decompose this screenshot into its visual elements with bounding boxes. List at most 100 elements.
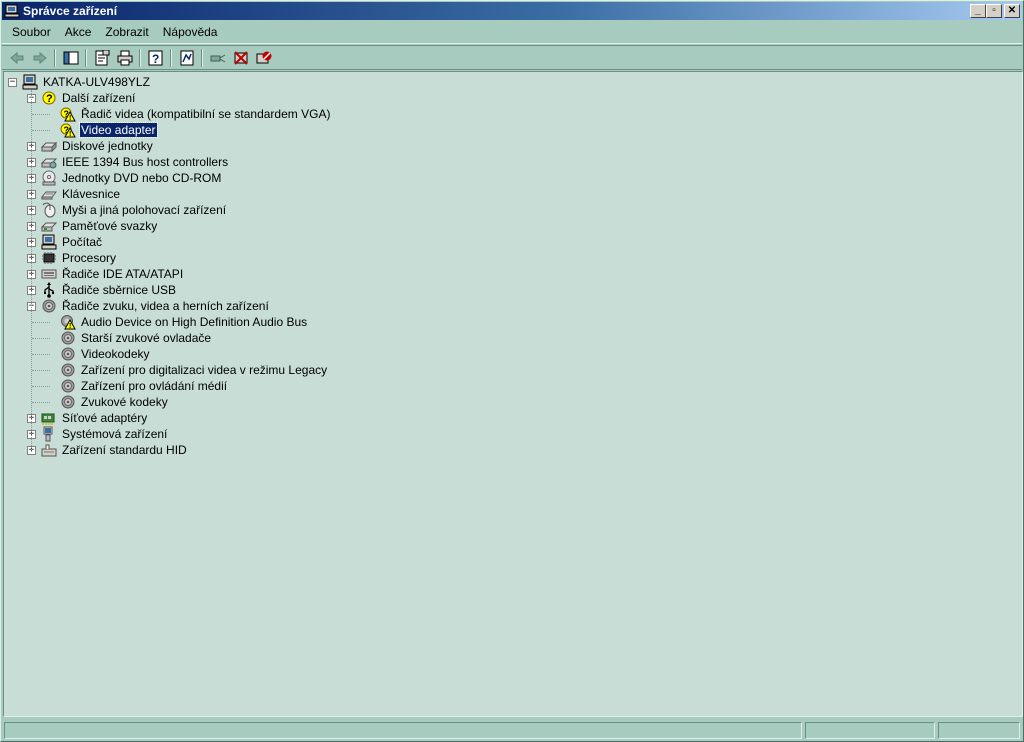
tree-node-label[interactable]: Zvukové kodeky xyxy=(80,395,169,409)
tree-device-zarizeni-pro-ovladani-medii[interactable]: Zařízení pro ovládání médií xyxy=(4,378,1004,394)
device-tree[interactable]: − KATKA-ULV498YLZ −? Další zařízení?! Řadič … xyxy=(3,71,1023,717)
disable-icon[interactable] xyxy=(252,47,275,69)
tree-connector xyxy=(32,386,50,387)
storage-volume-icon xyxy=(40,218,58,234)
tree-node-label[interactable]: Zařízení pro digitalizaci videa v režimu… xyxy=(80,363,328,377)
tree-node-label[interactable]: Počítač xyxy=(61,235,103,249)
tree-node-label[interactable]: Řadiče zvuku, videa a herních zařízení xyxy=(61,299,270,313)
tree-node-label[interactable]: Audio Device on High Definition Audio Bu… xyxy=(80,315,308,329)
tree-node-label[interactable]: Řadiče IDE ATA/ATAPI xyxy=(61,267,184,281)
tree-device-audio-device-on-high-definition-audio-bus[interactable]: ! Audio Device on High Definition Audio B… xyxy=(4,314,1004,330)
tree-category-zarizeni-standardu-hid[interactable]: + Zařízení standardu HID xyxy=(4,442,1004,458)
console-tree-icon[interactable] xyxy=(59,47,82,69)
tree-device-radic-videa-kompatibilni-se-standardem-vga[interactable]: ?! Řadič videa (kompatibilní se standarde… xyxy=(4,106,1004,122)
tree-category-radice-ide-ata-atapi[interactable]: + Řadiče IDE ATA/ATAPI xyxy=(4,266,1004,282)
tree-node-label[interactable]: Řadiče sběrnice USB xyxy=(61,283,177,297)
status-pane xyxy=(4,721,803,739)
network-adapter-icon xyxy=(41,410,57,426)
toolbar: ? xyxy=(2,45,1022,70)
maximize-button[interactable]: ▫ xyxy=(986,4,1002,18)
collapse-icon[interactable]: − xyxy=(8,78,17,87)
tree-node-label[interactable]: Paměťové svazky xyxy=(61,219,158,233)
sound-icon xyxy=(41,298,57,314)
tree-node-label[interactable]: Systémová zařízení xyxy=(61,427,168,441)
processor-icon xyxy=(41,250,57,266)
tree-device-zarizeni-pro-digitalizaci-videa-v-rezimu-legacy[interactable]: Zařízení pro digitalizaci videa v režimu… xyxy=(4,362,1004,378)
tree-category-pocitac[interactable]: + Počítač xyxy=(4,234,1004,250)
mouse-icon xyxy=(41,202,57,218)
tree-node-label[interactable]: Zařízení pro ovládání médií xyxy=(80,379,228,393)
title-bar[interactable]: Správce zařízení _ ▫ ✕ xyxy=(2,2,1022,20)
tree-connector xyxy=(31,90,32,450)
warning-device-icon: ?! xyxy=(60,106,76,122)
tree-root[interactable]: − KATKA-ULV498YLZ xyxy=(4,74,1004,90)
tree-node-label[interactable]: Procesory xyxy=(61,251,117,265)
sound-device-icon xyxy=(60,394,76,410)
tree-device-videokodeky[interactable]: Videokodeky xyxy=(4,346,1004,362)
toolbar-separator xyxy=(201,48,203,67)
tree-category-diskove-jednotky[interactable]: + Diskové jednotky xyxy=(4,138,1004,154)
tree-category-sitove-adaptery[interactable]: + Síťové adaptéry xyxy=(4,410,1004,426)
ide-controller-icon xyxy=(41,266,57,282)
tree-node-label[interactable]: IEEE 1394 Bus host controllers xyxy=(61,155,229,169)
close-button[interactable]: ✕ xyxy=(1004,4,1020,18)
hid-icon xyxy=(41,442,57,458)
help-icon[interactable]: ? xyxy=(144,47,167,69)
tree-category-klavesnice[interactable]: + Klávesnice xyxy=(4,186,1004,202)
tree-node-label[interactable]: Video adapter xyxy=(79,122,158,138)
tree-node-label[interactable]: Síťové adaptéry xyxy=(61,411,148,425)
tree-node-label[interactable]: Zařízení standardu HID xyxy=(61,443,188,457)
tree-node-label[interactable]: Klávesnice xyxy=(61,187,121,201)
tree-node-label[interactable]: Řadič videa (kompatibilní se standardem … xyxy=(80,107,331,121)
tree-category-mysi-a-jina-polohovaci-zarizeni[interactable]: + Myši a jiná polohovací zařízení xyxy=(4,202,1004,218)
window-title: Správce zařízení xyxy=(23,4,118,18)
tree-device-starsi-zvukove-ovladace[interactable]: Starší zvukové ovladače xyxy=(4,330,1004,346)
tree-node-label[interactable]: Myši a jiná polohovací zařízení xyxy=(61,203,227,217)
back-icon[interactable] xyxy=(5,47,28,69)
tree-device-zvukove-kodeky[interactable]: Zvukové kodeky xyxy=(4,394,1004,410)
menu-napoveda[interactable]: Nápověda xyxy=(156,22,225,42)
status-pane xyxy=(805,721,936,739)
menu-soubor[interactable]: Soubor xyxy=(5,22,58,42)
tree-node-label[interactable]: Diskové jednotky xyxy=(61,139,154,153)
tree-category-jednotky-dvd-nebo-cd-rom[interactable]: + Jednotky DVD nebo CD-ROM xyxy=(4,170,1004,186)
tree-connector xyxy=(32,130,50,131)
system-device-icon xyxy=(41,426,57,442)
device-manager-window: Správce zařízení _ ▫ ✕ Soubor Akce Zobra… xyxy=(0,0,1024,742)
tree-category-procesory[interactable]: + Procesory xyxy=(4,250,1004,266)
sound-device-icon xyxy=(60,362,76,378)
tree-node-label[interactable]: Jednotky DVD nebo CD-ROM xyxy=(61,171,222,185)
menu-zobrazit[interactable]: Zobrazit xyxy=(98,22,155,42)
tree-device-video-adapter[interactable]: ?! Video adapter xyxy=(4,122,1004,138)
tree-node-label[interactable]: Starší zvukové ovladače xyxy=(80,331,212,345)
sound-device-icon xyxy=(60,330,76,346)
sound-device-icon xyxy=(60,378,76,394)
scan-hardware-icon[interactable] xyxy=(175,47,198,69)
tree-node-label[interactable]: Videokodeky xyxy=(80,347,151,361)
tree-category-pametove-svazky[interactable]: + Paměťové svazky xyxy=(4,218,1004,234)
status-bar xyxy=(2,719,1022,741)
tree-category-radice-zvuku-videa-a-hernich-zarizeni[interactable]: − Řadiče zvuku, videa a herních zařízení xyxy=(4,298,1004,314)
tree-connector xyxy=(32,114,50,115)
tree-node-label[interactable]: KATKA-ULV498YLZ xyxy=(42,75,151,89)
unknown-device-icon: ? xyxy=(41,90,57,106)
menu-bar: Soubor Akce Zobrazit Nápověda xyxy=(2,21,1022,44)
forward-icon[interactable] xyxy=(28,47,51,69)
toolbar-separator xyxy=(170,48,172,67)
properties-icon[interactable] xyxy=(90,47,113,69)
warning-device-icon: ?! xyxy=(60,122,76,138)
toolbar-separator xyxy=(54,48,56,67)
tree-category-dalsi-zarizeni[interactable]: −? Další zařízení xyxy=(4,90,1004,106)
tree-category-radice-sbernice-usb[interactable]: + Řadiče sběrnice USB xyxy=(4,282,1004,298)
minimize-button[interactable]: _ xyxy=(970,4,986,18)
cdrom-icon xyxy=(41,170,57,186)
uninstall-icon[interactable] xyxy=(229,47,252,69)
menu-akce[interactable]: Akce xyxy=(58,22,99,42)
print-icon[interactable] xyxy=(113,47,136,69)
update-driver-icon[interactable] xyxy=(206,47,229,69)
tree-node-label[interactable]: Další zařízení xyxy=(61,91,136,105)
tree-category-ieee-1394-bus-host-controllers[interactable]: + IEEE 1394 Bus host controllers xyxy=(4,154,1004,170)
sound-device-icon xyxy=(60,346,76,362)
tree-category-systemova-zarizeni[interactable]: + Systémová zařízení xyxy=(4,426,1004,442)
toolbar-separator xyxy=(139,48,141,67)
